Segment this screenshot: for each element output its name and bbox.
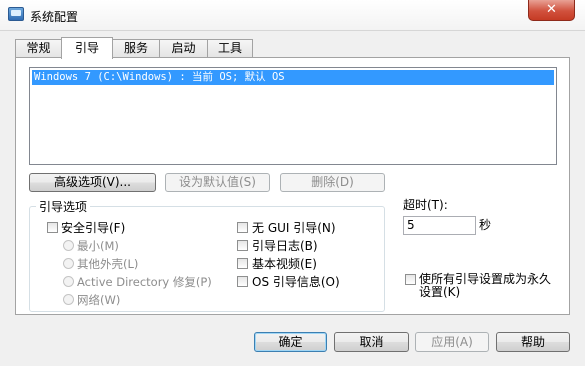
timeout-label: 超时(T): (403, 198, 448, 212)
timeout-input[interactable]: 5 (403, 216, 476, 235)
ad-repair-label: Active Directory 修复(P) (77, 275, 212, 289)
set-default-button[interactable]: 设为默认值(S) (165, 173, 270, 192)
boot-entry-row[interactable]: Windows 7 (C:\Windows) : 当前 OS; 默认 OS (32, 70, 554, 85)
boot-log-label: 引导日志(B) (252, 239, 318, 253)
make-permanent-label-line1: 使所有引导设置成为永久 (419, 272, 552, 286)
ad-repair-radio[interactable] (63, 276, 74, 287)
advanced-options-button[interactable]: 高级选项(V)... (29, 173, 156, 192)
ok-button[interactable]: 确定 (254, 332, 327, 352)
boot-entry-list[interactable]: Windows 7 (C:\Windows) : 当前 OS; 默认 OS (29, 67, 557, 165)
os-boot-info-label: OS 引导信息(O) (252, 275, 340, 289)
alternate-shell-label: 其他外壳(L) (77, 257, 139, 271)
safe-boot-checkbox[interactable] (47, 222, 58, 233)
cancel-button[interactable]: 取消 (334, 332, 409, 352)
boot-options-title: 引导选项 (36, 198, 91, 215)
tab-boot[interactable]: 引导 (61, 37, 113, 59)
title-bar: 系统配置 ✕ (0, 0, 585, 31)
network-radio[interactable] (63, 294, 74, 305)
make-permanent-label-line2: 设置(K) (419, 285, 461, 299)
window-title: 系统配置 (30, 10, 79, 24)
boot-tab-panel: Windows 7 (C:\Windows) : 当前 OS; 默认 OS 高级… (15, 57, 570, 315)
base-video-checkbox[interactable] (237, 258, 248, 269)
safe-boot-label: 安全引导(F) (61, 221, 126, 235)
boot-log-checkbox[interactable] (237, 240, 248, 251)
no-gui-boot-checkbox[interactable] (237, 222, 248, 233)
base-video-label: 基本视频(E) (252, 257, 317, 271)
tab-general[interactable]: 常规 (15, 39, 62, 58)
alternate-shell-radio[interactable] (63, 258, 74, 269)
tab-services[interactable]: 服务 (112, 39, 160, 58)
make-permanent-checkbox[interactable] (405, 274, 416, 285)
timeout-unit: 秒 (479, 218, 492, 232)
apply-button[interactable]: 应用(A) (415, 332, 489, 352)
minimal-label: 最小(M) (77, 239, 119, 253)
os-boot-info-checkbox[interactable] (237, 276, 248, 287)
delete-button[interactable]: 删除(D) (280, 173, 385, 192)
msconfig-app-icon (8, 7, 24, 21)
no-gui-boot-label: 无 GUI 引导(N) (252, 221, 336, 235)
network-label: 网络(W) (77, 293, 121, 307)
tab-tools[interactable]: 工具 (207, 39, 253, 58)
close-button[interactable]: ✕ (528, 0, 575, 21)
minimal-radio[interactable] (63, 240, 74, 251)
tab-startup[interactable]: 启动 (159, 39, 208, 58)
help-button[interactable]: 帮助 (496, 332, 570, 352)
